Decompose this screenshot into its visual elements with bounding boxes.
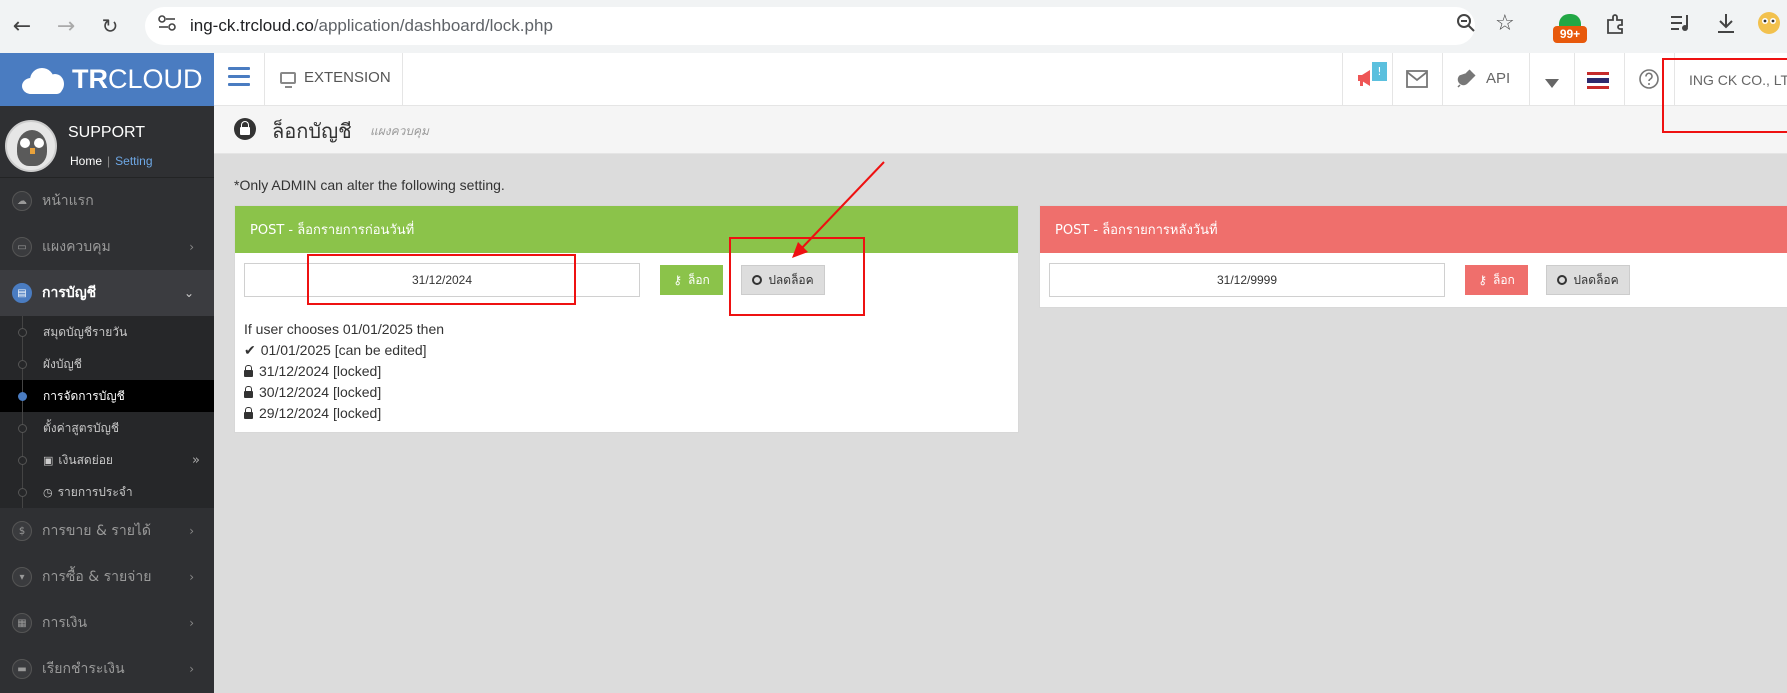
- sidebar-subitem-account-management[interactable]: การจัดการบัญชี: [0, 380, 214, 412]
- reload-icon[interactable]: ↻: [96, 12, 124, 40]
- chevron-down-icon: ⌄: [183, 286, 194, 300]
- lock-after-lock-button[interactable]: ⚷ ล็อก: [1465, 265, 1528, 295]
- page-header: ล็อกบัญชี แผงควบคุม: [214, 106, 1787, 154]
- profile-links: Home | Setting: [70, 154, 153, 168]
- monitor-icon: [280, 71, 296, 88]
- book-icon: ▤: [12, 283, 32, 303]
- clock-icon: ◷: [43, 485, 53, 499]
- caret-down-icon[interactable]: [1545, 72, 1559, 93]
- sidebar: SUPPORT Home | Setting ☁ หน้าแรก ▭ แผงควบค…: [0, 106, 214, 693]
- url-path: /application/dashboard/lock.php: [313, 16, 553, 35]
- padlock-icon: [244, 386, 253, 398]
- zoom-out-icon[interactable]: [1456, 13, 1476, 38]
- sidebar-subitem-petty-cash[interactable]: ▣ เงินสดย่อย»: [0, 444, 214, 476]
- annotation-box-date: [307, 254, 576, 305]
- lock-after-date-input[interactable]: 31/12/9999: [1049, 263, 1445, 297]
- sidebar-item-home[interactable]: ☁ หน้าแรก: [0, 178, 214, 224]
- panel-title: POST - ล็อกรายการหลังวันที่: [1040, 206, 1787, 253]
- card-icon: ▬: [12, 659, 32, 679]
- address-bar[interactable]: ing-ck.trcloud.co/application/dashboard/…: [145, 7, 1475, 45]
- lock-before-lock-button[interactable]: ⚷ ล็อก: [660, 265, 723, 295]
- sidebar-item-accounting[interactable]: ▤ การบัญชี ⌄: [0, 270, 214, 316]
- site-settings-icon[interactable]: [158, 15, 176, 36]
- explanation-line: If user chooses 01/01/2025 then: [244, 321, 445, 337]
- notification-badge: !: [1372, 62, 1387, 81]
- panel-title: POST - ล็อกรายการก่อนวันที่: [235, 206, 1018, 253]
- cloud-logo-icon: [20, 66, 66, 94]
- sidebar-item-finance[interactable]: ▦ การเงิน ›: [0, 600, 214, 646]
- profile-name: SUPPORT: [68, 124, 146, 141]
- thai-flag-icon[interactable]: [1587, 72, 1609, 89]
- download-icon[interactable]: [1716, 12, 1736, 39]
- explanation-line: 31/12/2024 [locked]: [244, 361, 444, 382]
- lock-after-unlock-button[interactable]: ปลดล็อค: [1546, 265, 1630, 295]
- double-chevron-right-icon: »: [192, 452, 200, 468]
- sidebar-subitem-account-formula[interactable]: ตั้งค่าสูตรบัญชี: [0, 412, 214, 444]
- cart-icon: ▾: [12, 567, 32, 587]
- help-icon[interactable]: [1639, 69, 1659, 94]
- chevron-right-icon: ›: [189, 662, 194, 676]
- extension-badge-count: 99+: [1553, 26, 1587, 43]
- plug-icon[interactable]: [1457, 68, 1477, 93]
- explanation-line: 29/12/2024 [locked]: [244, 403, 444, 424]
- sidebar-subitem-journal[interactable]: สมุดบัญชีรายวัน: [0, 316, 214, 348]
- page-subtitle: แผงควบคุม: [370, 124, 429, 138]
- sidebar-item-purchase[interactable]: ▾ การซื้อ & รายจ่าย ›: [0, 554, 214, 600]
- sidebar-item-sales[interactable]: $ การขาย & รายได้ ›: [0, 508, 214, 554]
- padlock-icon: [244, 407, 253, 419]
- url-host: ing-ck.trcloud.co: [190, 16, 314, 35]
- media-queue-icon[interactable]: [1670, 13, 1692, 38]
- forward-arrow-icon[interactable]: →: [52, 12, 80, 40]
- chevron-right-icon: ›: [189, 616, 194, 630]
- user-profile: SUPPORT Home | Setting: [0, 106, 214, 178]
- check-icon: ✔: [244, 342, 256, 358]
- sidebar-subitem-recurring[interactable]: ◷ รายการประจำ: [0, 476, 214, 508]
- cloud-icon: ☁: [12, 191, 32, 211]
- profile-avatar-icon[interactable]: [1757, 11, 1781, 40]
- api-button[interactable]: API: [1486, 70, 1510, 87]
- explanation-line: 30/12/2024 [locked]: [244, 382, 444, 403]
- sidebar-subitem-chart-of-accounts[interactable]: ผังบัญชี: [0, 348, 214, 380]
- accounting-submenu: สมุดบัญชีรายวัน ผังบัญชี การจัดการบัญชี …: [0, 316, 214, 508]
- lock-before-panel: POST - ล็อกรายการก่อนวันที่ 31/12/2024 ⚷…: [234, 205, 1019, 433]
- home-link[interactable]: Home: [70, 154, 102, 168]
- sidebar-item-billing[interactable]: ▬ เรียกชำระเงิน ›: [0, 646, 214, 692]
- hamburger-menu-icon[interactable]: [228, 67, 250, 89]
- key-icon: ⚷: [673, 273, 682, 287]
- avatar[interactable]: [5, 120, 57, 172]
- annotation-box-company: [1662, 58, 1787, 133]
- annotation-arrow: [792, 161, 885, 258]
- lock-explanation: If user chooses 01/01/2025 then ✔ 01/01/2…: [244, 319, 444, 424]
- extensions-puzzle-icon[interactable]: [1605, 13, 1627, 40]
- chevron-right-icon: ›: [189, 570, 194, 584]
- chevron-right-icon: ›: [189, 240, 194, 254]
- key-icon: ⚷: [1478, 273, 1487, 287]
- back-arrow-icon[interactable]: ←: [8, 12, 36, 40]
- admin-notice: *Only ADMIN can alter the following sett…: [234, 177, 505, 193]
- mail-icon[interactable]: [1406, 70, 1428, 93]
- monitor-icon: ▭: [12, 237, 32, 257]
- logo-text: TRCLOUD: [72, 64, 203, 94]
- explanation-line: ✔ 01/01/2025 [can be edited]: [244, 340, 444, 361]
- padlock-icon: [244, 365, 253, 377]
- circle-icon: [1557, 275, 1568, 285]
- lock-after-panel: POST - ล็อกรายการหลังวันที่ 31/12/9999 ⚷…: [1039, 205, 1787, 308]
- top-navbar: EXTENSION ! API ING CK CO., LT: [214, 53, 1787, 106]
- lock-icon: [234, 118, 256, 140]
- id-card-icon: ▣: [43, 453, 54, 467]
- calendar-icon: ▦: [12, 613, 32, 633]
- bookmark-star-icon[interactable]: ☆: [1495, 11, 1515, 36]
- page-title: ล็อกบัญชี: [272, 119, 352, 143]
- app-logo[interactable]: TRCLOUD: [0, 53, 214, 106]
- browser-toolbar: ← → ↻ ing-ck.trcloud.co/application/dash…: [0, 0, 1787, 53]
- dollar-icon: $: [12, 521, 32, 541]
- extension-button[interactable]: EXTENSION: [280, 69, 391, 88]
- sidebar-item-dashboard[interactable]: ▭ แผงควบคุม ›: [0, 224, 214, 270]
- extension-badge-icon[interactable]: 99+: [1553, 14, 1587, 44]
- setting-link[interactable]: Setting: [115, 154, 152, 168]
- chevron-right-icon: ›: [189, 524, 194, 538]
